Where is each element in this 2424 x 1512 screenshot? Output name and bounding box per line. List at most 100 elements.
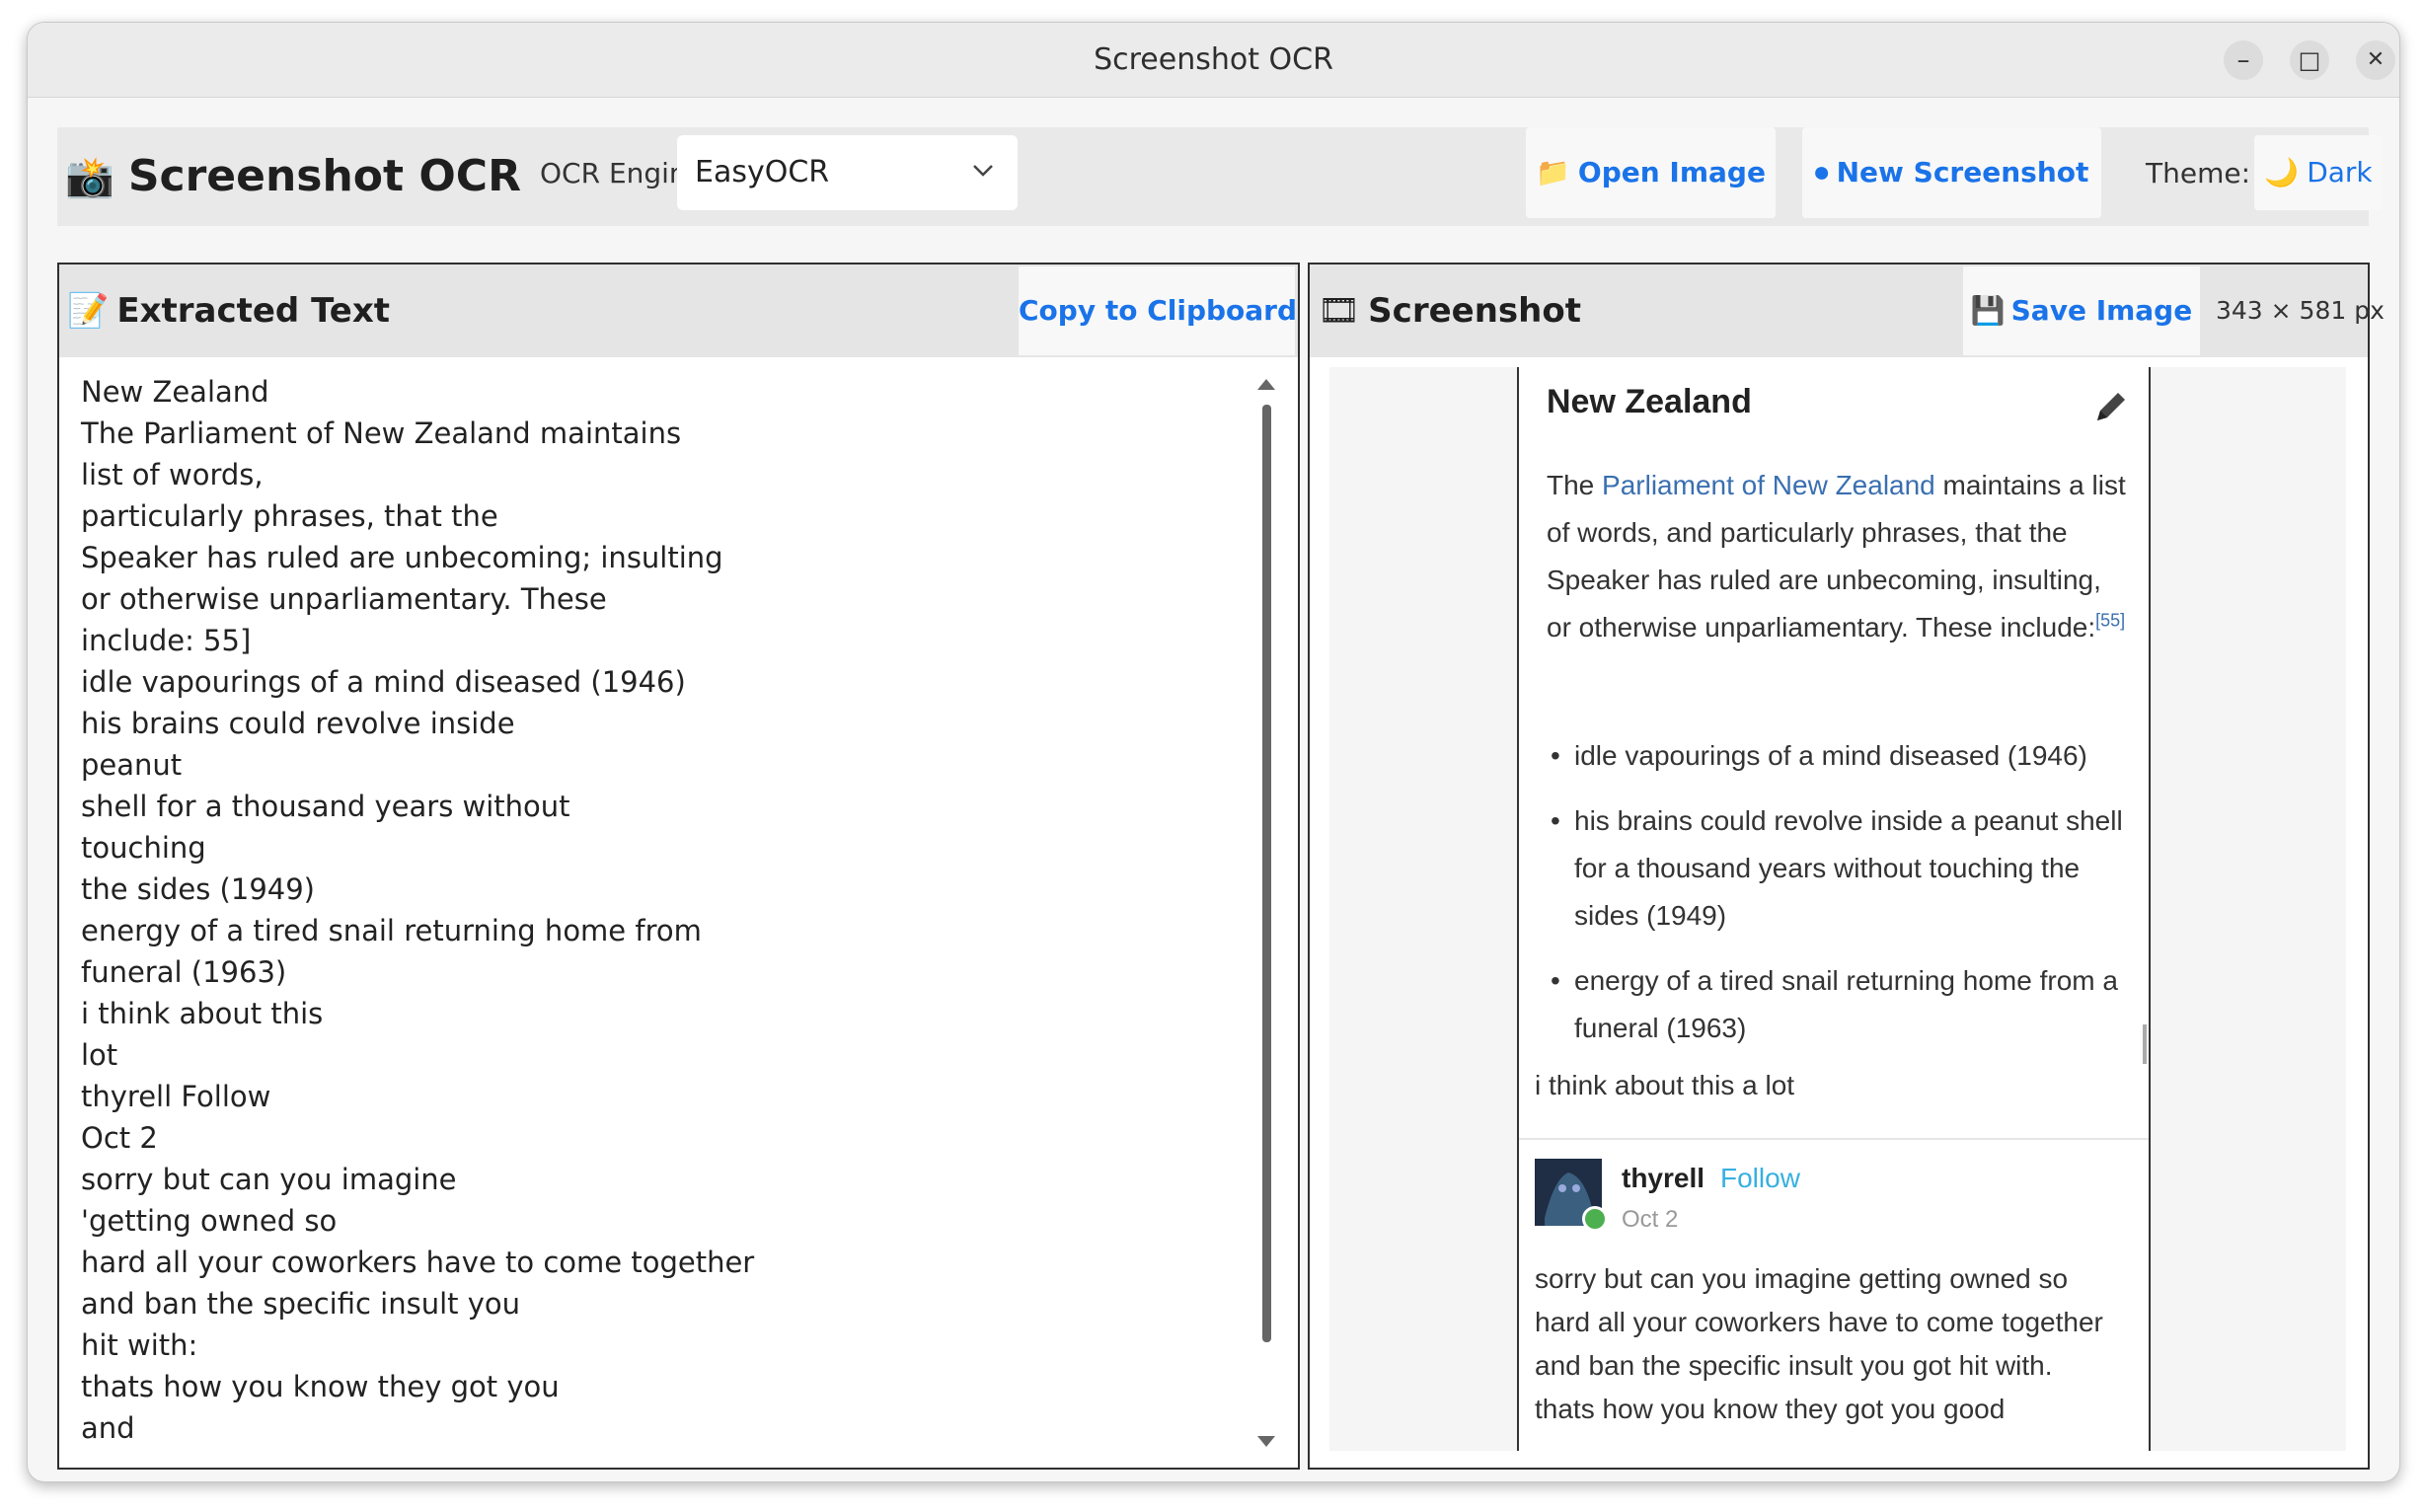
save-image-label: Save Image	[2010, 294, 2193, 327]
shot-post-text: sorry but can you imagine getting owned …	[1535, 1257, 2137, 1431]
new-screenshot-button[interactable]: ⏺ New Screenshot	[1802, 127, 2101, 218]
minimize-button[interactable]: –	[2224, 40, 2263, 80]
shot-post-date: Oct 2	[1622, 1206, 1679, 1233]
shot-comment: i think about this a lot	[1535, 1070, 1795, 1100]
moon-icon: 🌙	[2264, 156, 2300, 189]
extracted-text-line: idle vapourings of a mind diseased (1946…	[81, 665, 686, 699]
list-item: • idle vapourings of a mind diseased (194…	[1547, 732, 2129, 780]
copy-to-clipboard-button[interactable]: Copy to Clipboard	[1019, 266, 1297, 355]
theme-label: Theme:	[2146, 157, 2251, 189]
theme-toggle-button[interactable]: 🌙 Dark	[2254, 135, 2383, 210]
extracted-text-line: thyrell Follow	[81, 1080, 271, 1113]
extracted-text-line: Oct 2	[81, 1121, 158, 1155]
shot-para-pre: The	[1547, 470, 1603, 500]
extracted-text-line: and ban the specific insult you	[81, 1287, 521, 1321]
extracted-text-line: touching	[81, 831, 206, 865]
app-title: 📸 Screenshot OCR	[65, 127, 521, 226]
app-window: Screenshot OCR – □ ✕ 📸 Screenshot OCR OCR…	[27, 22, 2400, 1482]
ocr-engine-select[interactable]: EasyOCR	[677, 135, 1018, 210]
extracted-text-line: or otherwise unparliamentary. These	[81, 582, 607, 616]
extracted-text-line: hit with:	[81, 1328, 198, 1362]
shot-parliament-link: Parliament of New Zealand	[1602, 470, 1935, 500]
screenshot-panel: 🎞 Screenshot 💾 Save Image 343 × 581 px New…	[1308, 263, 2385, 1470]
open-image-label: Open Image	[1577, 156, 1766, 189]
screenshot-title-text: Screenshot	[1368, 291, 1581, 331]
scrollbar-thumb[interactable]	[1262, 405, 1271, 1342]
title-bar: Screenshot OCR – □ ✕	[28, 23, 2399, 98]
extracted-text-line: his brains could revolve inside	[81, 707, 515, 740]
extracted-text-line: peanut	[81, 748, 183, 782]
new-screenshot-label: New Screenshot	[1836, 156, 2089, 189]
shot-bullet-list: • idle vapourings of a mind diseased (194…	[1547, 732, 2129, 1070]
toolbar: 📸 Screenshot OCR OCR Engine: EasyOCR 📁 Ope…	[57, 127, 2383, 226]
shot-post-line: and ban the specific insult you got hit …	[1535, 1350, 2053, 1381]
app-title-text: Screenshot OCR	[127, 151, 521, 201]
floppy-disk-icon: 💾	[1970, 294, 2006, 327]
shot-post-line: thats how you know they got you good	[1535, 1394, 2006, 1424]
open-image-button[interactable]: 📁 Open Image	[1526, 127, 1776, 218]
scroll-down-arrow-icon[interactable]	[1257, 1436, 1275, 1447]
shot-heading: New Zealand	[1547, 383, 1752, 420]
camera-icon: 📸	[65, 155, 114, 200]
extracted-text-title: 📝 Extracted Text	[67, 265, 390, 357]
chevron-down-icon	[973, 165, 993, 177]
extracted-text-line: Speaker has ruled are unbecoming; insult…	[81, 541, 723, 574]
screenshot-header: 🎞 Screenshot 💾 Save Image 343 × 581 px	[1310, 265, 2385, 357]
close-button[interactable]: ✕	[2356, 40, 2395, 80]
maximize-button[interactable]: □	[2290, 40, 2329, 80]
vertical-scrollbar[interactable]	[1254, 375, 1280, 1451]
scroll-up-arrow-icon[interactable]	[1257, 379, 1275, 390]
extracted-text-line: hard all your coworkers have to come tog…	[81, 1246, 755, 1279]
shot-post-line: hard all your coworkers have to come tog…	[1535, 1307, 2103, 1337]
shot-bullet-text: energy of a tired snail returning home f…	[1574, 965, 2118, 1043]
shot-bullet-text: his brains could revolve inside a peanut…	[1574, 805, 2123, 931]
extracted-text-line: sorry but can you imagine	[81, 1163, 457, 1196]
film-frames-icon: 🎞	[1318, 291, 1361, 331]
extracted-text-header: 📝 Extracted Text Copy to Clipboard	[59, 265, 1298, 357]
shot-post-line: sorry but can you imagine getting owned …	[1535, 1263, 2069, 1294]
extracted-text-line: lot	[81, 1038, 118, 1072]
extracted-text-line: list of words,	[81, 458, 264, 491]
online-status-icon	[1582, 1206, 1608, 1232]
bullet-icon: •	[1551, 965, 1560, 996]
extracted-text-area[interactable]: New Zealand The Parliament of New Zealand…	[81, 371, 1216, 1449]
screenshot-canvas: New Zealand The Parliament of New Zealan…	[1329, 367, 2346, 1451]
shot-paragraph: The Parliament of New Zealand maintains …	[1547, 462, 2129, 651]
extracted-text-line: thats how you know they got you	[81, 1370, 560, 1403]
extracted-text-line: New Zealand	[81, 375, 269, 409]
memo-icon: 📝	[67, 291, 110, 331]
extracted-text-line: and	[81, 1411, 135, 1445]
screenshot-title: 🎞 Screenshot	[1318, 265, 1581, 357]
pencil-icon	[2097, 393, 2125, 420]
shot-bullet-text: idle vapourings of a mind diseased (1946…	[1574, 740, 2087, 771]
shot-username: thyrell	[1622, 1163, 1705, 1193]
extracted-text-line: energy of a tired snail returning home f…	[81, 914, 702, 947]
image-dimensions: 343 × 581 px	[2216, 296, 2385, 325]
shot-follow-link: Follow	[1720, 1163, 1800, 1193]
ocr-engine-value: EasyOCR	[695, 155, 830, 189]
extracted-text-line: The Parliament of New Zealand maintains	[81, 416, 682, 450]
bullet-icon: •	[1551, 805, 1560, 836]
extracted-text-line: particularly phrases, that the	[81, 499, 498, 533]
list-item: • energy of a tired snail returning home …	[1547, 957, 2129, 1052]
screenshot-image: New Zealand The Parliament of New Zealan…	[1517, 367, 2151, 1451]
avatar	[1535, 1159, 1608, 1232]
folder-icon: 📁	[1536, 156, 1570, 189]
extracted-text-line: i think about this	[81, 997, 324, 1030]
extracted-text-line: 'getting owned so	[81, 1204, 338, 1238]
extracted-text-panel: 📝 Extracted Text Copy to Clipboard New Ze…	[57, 263, 1300, 1470]
theme-value: Dark	[2307, 156, 2373, 189]
extracted-text-line: funeral (1963)	[81, 955, 287, 989]
bullet-icon: •	[1551, 740, 1560, 771]
extracted-text-line: the sides (1949)	[81, 872, 315, 906]
window-title: Screenshot OCR	[1094, 42, 1333, 77]
save-image-button[interactable]: 💾 Save Image	[1963, 266, 2200, 355]
list-item: • his brains could revolve inside a peanu…	[1547, 797, 2129, 940]
shot-citation: [55]	[2095, 610, 2126, 631]
extracted-text-title-text: Extracted Text	[116, 291, 391, 331]
shot-divider	[1519, 1138, 2149, 1140]
extracted-text-line: include: 55]	[81, 624, 252, 657]
record-icon: ⏺	[1814, 156, 1829, 189]
shot-scrollbar	[2143, 1024, 2147, 1064]
extracted-text-line: shell for a thousand years without	[81, 790, 570, 823]
